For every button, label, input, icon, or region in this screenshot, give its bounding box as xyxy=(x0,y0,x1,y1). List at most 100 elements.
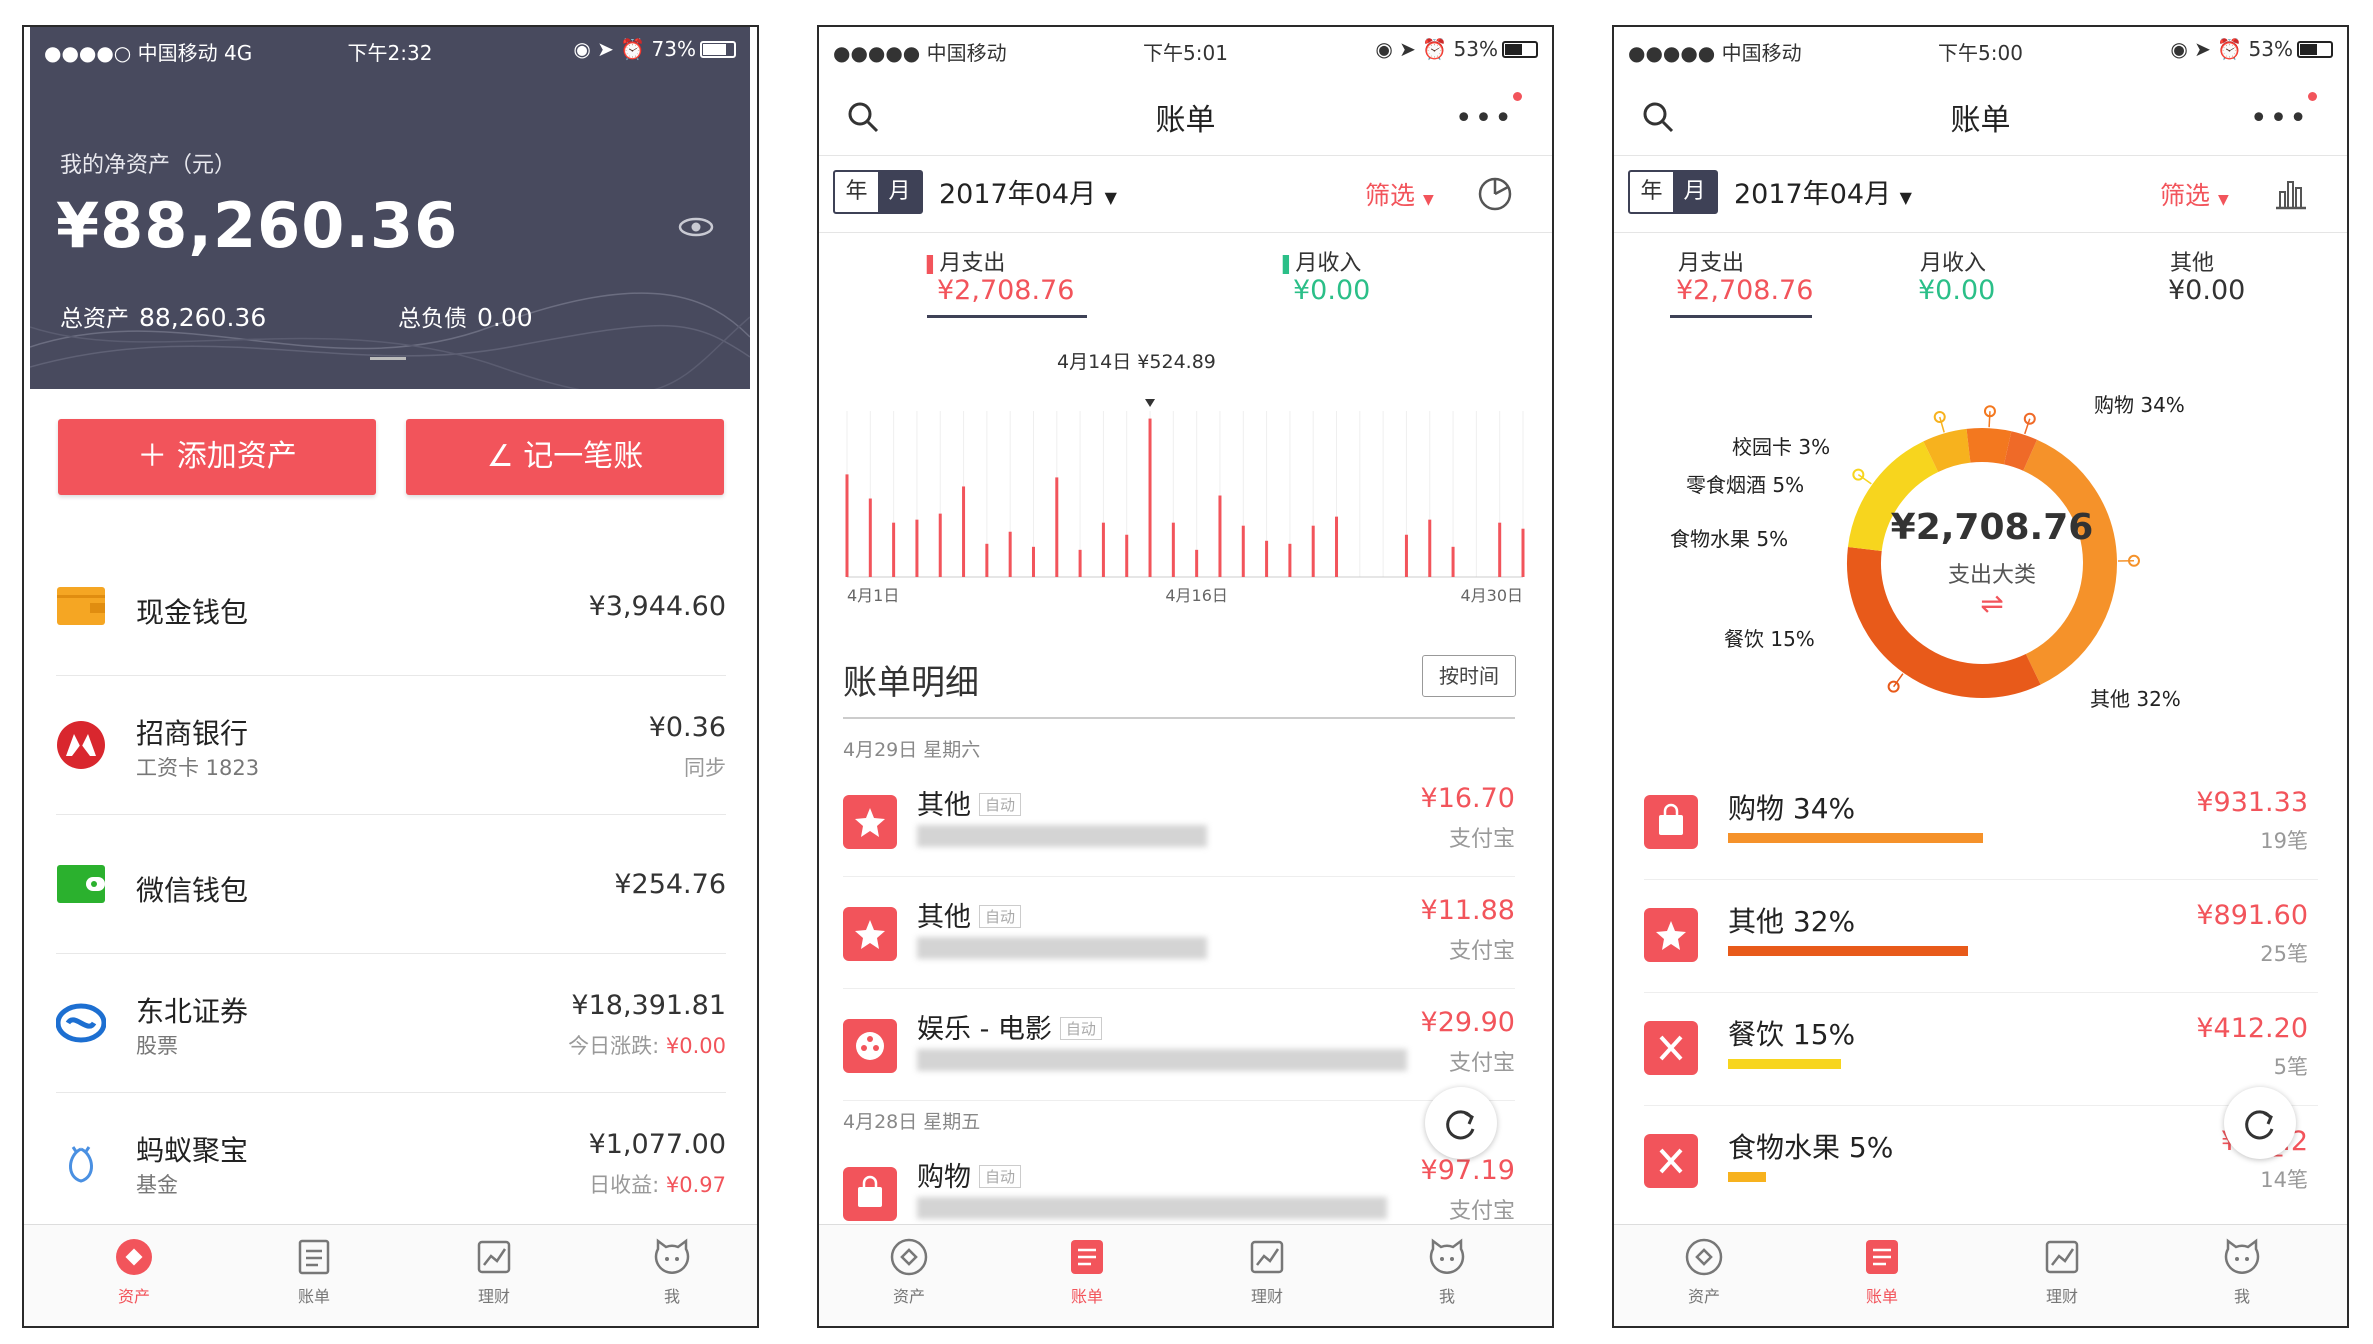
bar[interactable] xyxy=(1055,477,1059,577)
tab-bills[interactable]: 账单 xyxy=(264,1233,364,1307)
donut-slice[interactable] xyxy=(1966,428,2012,465)
account-cash-wallet[interactable]: 现金钱包 ¥3,944.60 xyxy=(56,537,726,676)
account-ant-fortune[interactable]: 蚂蚁聚宝 基金 ¥1,077.00 日收益: ¥0.97 xyxy=(56,1093,726,1232)
sync-link[interactable]: 同步 xyxy=(684,752,726,782)
bar[interactable] xyxy=(985,543,989,577)
bill-row[interactable]: 其他 自动 ¥16.70 支付宝 xyxy=(843,765,1515,877)
bar[interactable] xyxy=(1404,534,1408,577)
category-count: 5笔 xyxy=(2273,1055,2308,1079)
account-sub: 基金 xyxy=(136,1173,178,1197)
period-label: 2017年04月 xyxy=(1734,179,1892,210)
toggle-month[interactable]: 月 xyxy=(1673,172,1716,212)
finance-chart-icon xyxy=(2045,1240,2079,1274)
bar[interactable] xyxy=(1265,540,1269,577)
toggle-year[interactable]: 年 xyxy=(1630,172,1673,212)
bar[interactable] xyxy=(845,474,849,577)
daily-income: 日收益: ¥0.97 xyxy=(589,1169,726,1199)
filter-button[interactable]: 筛选 ▼ xyxy=(2160,176,2229,212)
bar[interactable] xyxy=(1148,418,1152,577)
donut-slice[interactable] xyxy=(1923,428,1971,473)
date-header: 4月29日 星期六 xyxy=(843,739,981,761)
donut-slice[interactable] xyxy=(2003,431,2038,471)
add-asset-button[interactable]: ＋ 添加资产 xyxy=(58,419,376,495)
year-month-toggle[interactable]: 年月 xyxy=(833,170,923,214)
wave-decoration xyxy=(30,292,750,389)
category-row[interactable]: 其他 32% ¥891.60 25笔 xyxy=(1644,880,2318,993)
auto-tag: 自动 xyxy=(979,1165,1022,1188)
period-select[interactable]: 2017年04月 ▼ xyxy=(939,172,1117,211)
chevron-down-icon: ▼ xyxy=(2217,192,2229,208)
donut-label-dining: 餐饮 15% xyxy=(1724,627,1815,651)
tab-assets[interactable]: 资产 xyxy=(84,1233,184,1307)
daily-change-label: 今日涨跌: xyxy=(568,1034,666,1058)
bar[interactable] xyxy=(1311,525,1315,577)
record-button[interactable]: ∠ 记一笔账 xyxy=(406,419,724,495)
eye-icon[interactable] xyxy=(678,217,714,237)
bar-chart-icon[interactable] xyxy=(2272,176,2308,212)
tab-assets[interactable]: 资产 xyxy=(859,1233,959,1307)
bar[interactable] xyxy=(1101,522,1105,577)
category-bar xyxy=(1728,1059,1841,1069)
bar[interactable] xyxy=(1335,516,1339,577)
period-select[interactable]: 2017年04月 ▼ xyxy=(1734,172,1912,211)
refresh-button[interactable] xyxy=(1425,1087,1497,1159)
category-row[interactable]: 餐饮 15% ¥412.20 5笔 xyxy=(1644,993,2318,1106)
refresh-button[interactable] xyxy=(2224,1087,2296,1159)
tab-assets[interactable]: 资产 xyxy=(1654,1233,1754,1307)
bill-row[interactable]: 其他 自动 ¥11.88 支付宝 xyxy=(843,877,1515,989)
bar[interactable] xyxy=(1428,519,1432,577)
auto-tag: 自动 xyxy=(979,793,1022,816)
tab-finance[interactable]: 理财 xyxy=(2012,1233,2112,1307)
year-month-toggle[interactable]: 年月 xyxy=(1628,170,1718,214)
bar[interactable] xyxy=(1451,546,1455,577)
income-label: ▌月收入 xyxy=(1283,245,1361,277)
account-wechat-wallet[interactable]: 微信钱包 ¥254.76 xyxy=(56,815,726,954)
tab-me[interactable]: 我 xyxy=(2192,1233,2292,1307)
tab-bills[interactable]: 账单 xyxy=(1832,1233,1932,1307)
tab-finance[interactable]: 理财 xyxy=(444,1233,544,1307)
pie-chart-icon[interactable] xyxy=(1477,176,1513,212)
bar[interactable] xyxy=(868,498,872,577)
toggle-month[interactable]: 月 xyxy=(878,172,921,212)
swap-icon[interactable]: ⇌ xyxy=(1882,587,2102,620)
more-icon[interactable]: ••• xyxy=(1455,101,1514,136)
bar[interactable] xyxy=(1288,543,1292,577)
bar[interactable] xyxy=(1498,522,1502,577)
tab-finance[interactable]: 理财 xyxy=(1217,1233,1317,1307)
more-icon[interactable]: ••• xyxy=(2250,101,2309,136)
bill-row[interactable]: 娱乐 - 电影 自动 ¥29.90 支付宝 xyxy=(843,989,1515,1101)
expense-underline xyxy=(1670,315,1812,318)
bar[interactable] xyxy=(1008,531,1012,577)
bar[interactable] xyxy=(1241,525,1245,577)
account-northeast-securities[interactable]: 东北证券 股票 ¥18,391.81 今日涨跌: ¥0.00 xyxy=(56,954,726,1093)
divider xyxy=(843,717,1515,719)
bills-icon xyxy=(298,1239,330,1275)
bar[interactable] xyxy=(1171,522,1175,577)
account-amount: ¥0.36 xyxy=(648,712,726,743)
tab-me[interactable]: 我 xyxy=(1397,1233,1497,1307)
period-label: 2017年04月 xyxy=(939,179,1097,210)
category-row[interactable]: 食物水果 5% ¥1__.2 14笔 xyxy=(1644,1106,2318,1219)
toggle-year[interactable]: 年 xyxy=(835,172,878,212)
bar[interactable] xyxy=(892,522,896,577)
tab-bills[interactable]: 账单 xyxy=(1037,1233,1137,1307)
account-name: 现金钱包 xyxy=(136,596,249,629)
income-label-text: 月收入 xyxy=(1295,251,1362,276)
bar[interactable] xyxy=(938,513,942,577)
account-cmb-bank[interactable]: 招商银行 工资卡 1823 ¥0.36 同步 xyxy=(56,676,726,815)
bar[interactable] xyxy=(1078,549,1082,577)
sort-by-time-button[interactable]: 按时间 xyxy=(1422,655,1516,697)
filter-button[interactable]: 筛选 ▼ xyxy=(1365,176,1434,212)
bar[interactable] xyxy=(962,486,966,577)
bill-amount: ¥11.88 xyxy=(1420,895,1515,926)
bar[interactable] xyxy=(1125,534,1129,577)
expense-underline xyxy=(927,315,1087,318)
bar[interactable] xyxy=(1521,528,1525,577)
bar[interactable] xyxy=(1195,549,1199,577)
tab-label: 理财 xyxy=(1250,1287,1283,1306)
tab-me[interactable]: 我 xyxy=(622,1233,722,1307)
category-row[interactable]: 购物 34% ¥931.33 19笔 xyxy=(1644,767,2318,880)
bar[interactable] xyxy=(1218,495,1222,577)
bar[interactable] xyxy=(1031,546,1035,577)
bar[interactable] xyxy=(915,519,919,577)
